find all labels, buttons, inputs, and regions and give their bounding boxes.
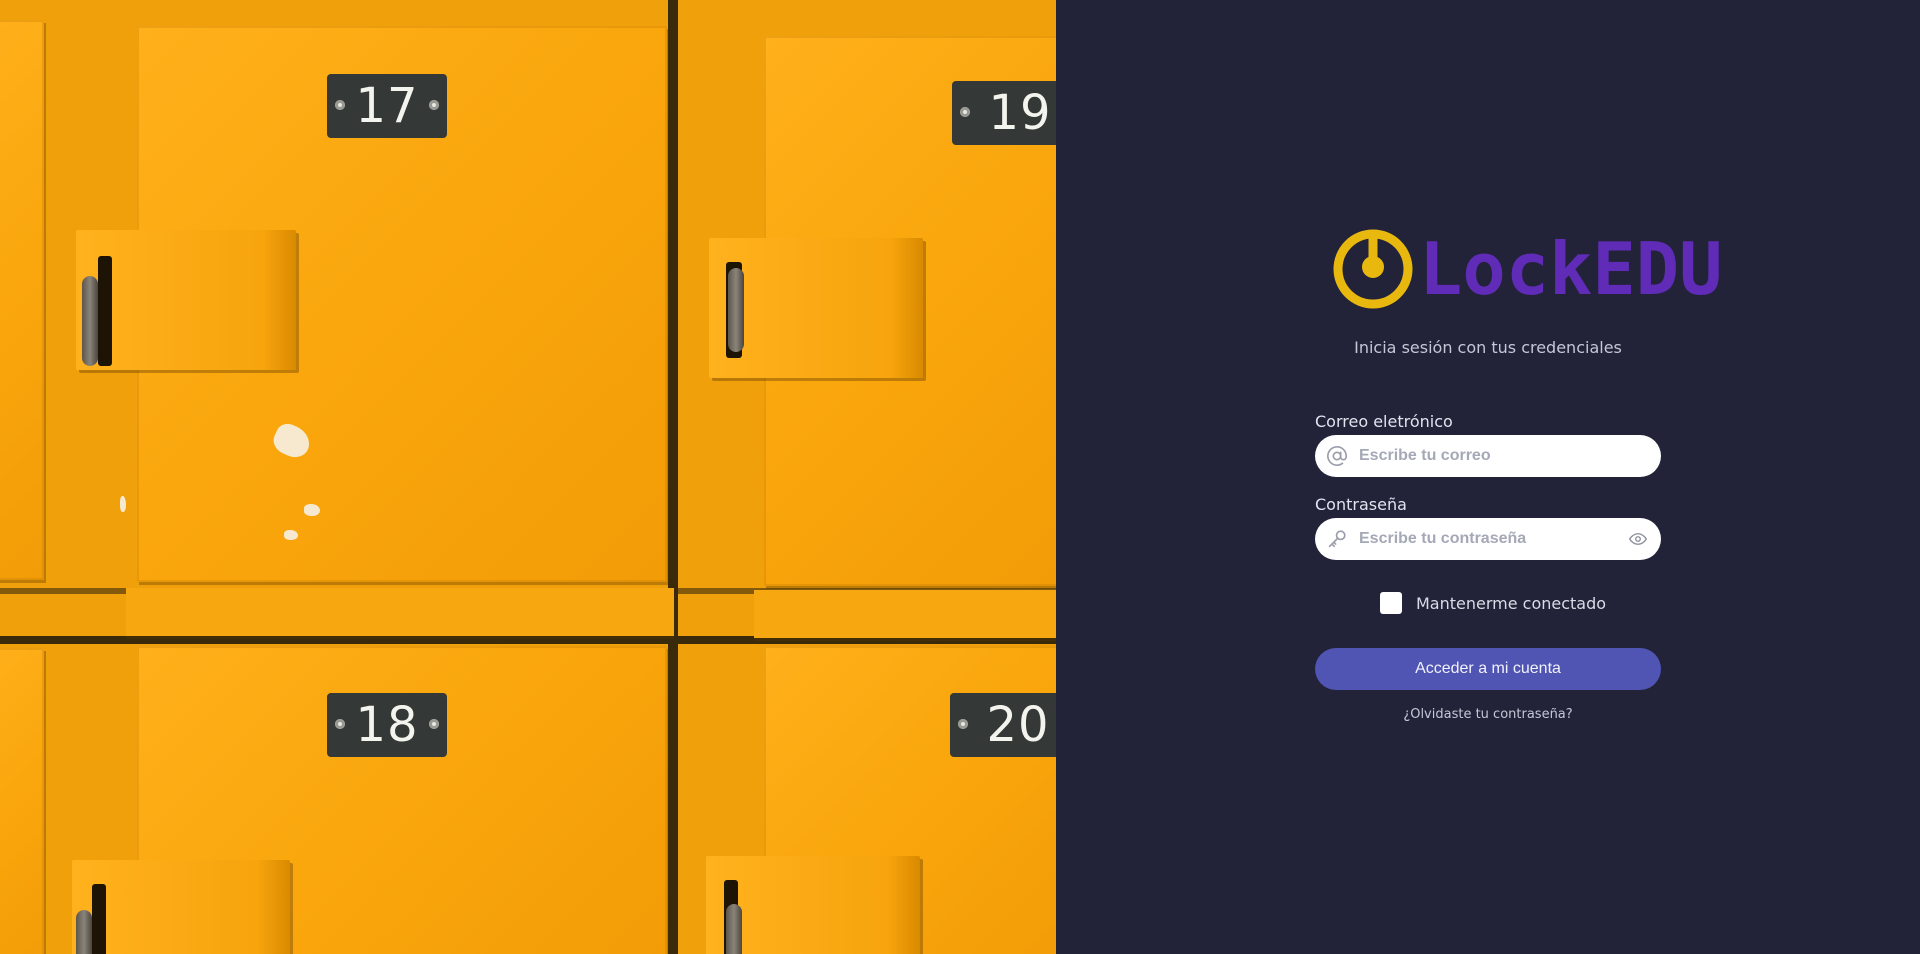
- locker-number: 19: [988, 85, 1052, 141]
- locker-handle: [728, 268, 744, 352]
- locker-number-plate: 18: [327, 693, 447, 757]
- email-field[interactable]: [1315, 435, 1661, 477]
- screw-icon: [335, 100, 345, 110]
- password-field[interactable]: [1315, 518, 1661, 560]
- screw-icon: [960, 107, 970, 117]
- brand-name: LockEDU: [1419, 227, 1723, 311]
- login-panel: LockEDU Inicia sesión con tus credencial…: [1056, 0, 1920, 954]
- locker-door: [0, 20, 44, 580]
- email-label: Correo eletrónico: [1315, 412, 1453, 431]
- locker-rail: [754, 590, 1056, 638]
- locker-handle: [726, 904, 742, 954]
- login-button[interactable]: Acceder a mi cuenta: [1315, 648, 1661, 690]
- locker-photo: 17 19 18 20: [0, 0, 1056, 954]
- brand-logo: LockEDU: [1333, 229, 1722, 309]
- remember-me[interactable]: Mantenerme conectado: [1380, 592, 1606, 614]
- eye-icon[interactable]: [1627, 528, 1649, 550]
- remember-me-checkbox[interactable]: [1380, 592, 1402, 614]
- locker-number-plate: 20: [950, 693, 1056, 757]
- locker-handle: [82, 276, 98, 366]
- locker-number-plate: 17: [327, 74, 447, 138]
- latch-slot: [98, 256, 112, 366]
- password-input[interactable]: [1357, 520, 1627, 558]
- password-label: Contraseña: [1315, 495, 1407, 514]
- locker-number: 17: [355, 78, 419, 134]
- screw-icon: [958, 719, 968, 729]
- screw-icon: [335, 719, 345, 729]
- power-icon: [1333, 229, 1413, 309]
- latch-slot: [92, 884, 106, 954]
- remember-me-label[interactable]: Mantenerme conectado: [1416, 594, 1606, 613]
- locker-number-plate: 19: [952, 81, 1056, 145]
- locker-number: 18: [355, 697, 419, 753]
- screw-icon: [429, 100, 439, 110]
- login-page: 17 19 18 20 LockEDU Inicia sesión con tu…: [0, 0, 1920, 954]
- locker-rail: [126, 588, 674, 636]
- login-subtitle: Inicia sesión con tus credenciales: [1354, 338, 1622, 357]
- locker-door: [0, 648, 44, 954]
- paint-chip: [284, 530, 298, 540]
- email-input[interactable]: [1357, 437, 1661, 475]
- locker-gap: [668, 0, 678, 954]
- forgot-password-link[interactable]: ¿Olvidaste tu contraseña?: [1272, 707, 1704, 722]
- locker-handle: [76, 910, 92, 954]
- paint-chip: [120, 496, 126, 512]
- locker-number: 20: [986, 697, 1050, 753]
- screw-icon: [429, 719, 439, 729]
- at-sign-icon: [1325, 444, 1349, 468]
- paint-chip: [304, 504, 320, 516]
- key-icon: [1325, 527, 1349, 551]
